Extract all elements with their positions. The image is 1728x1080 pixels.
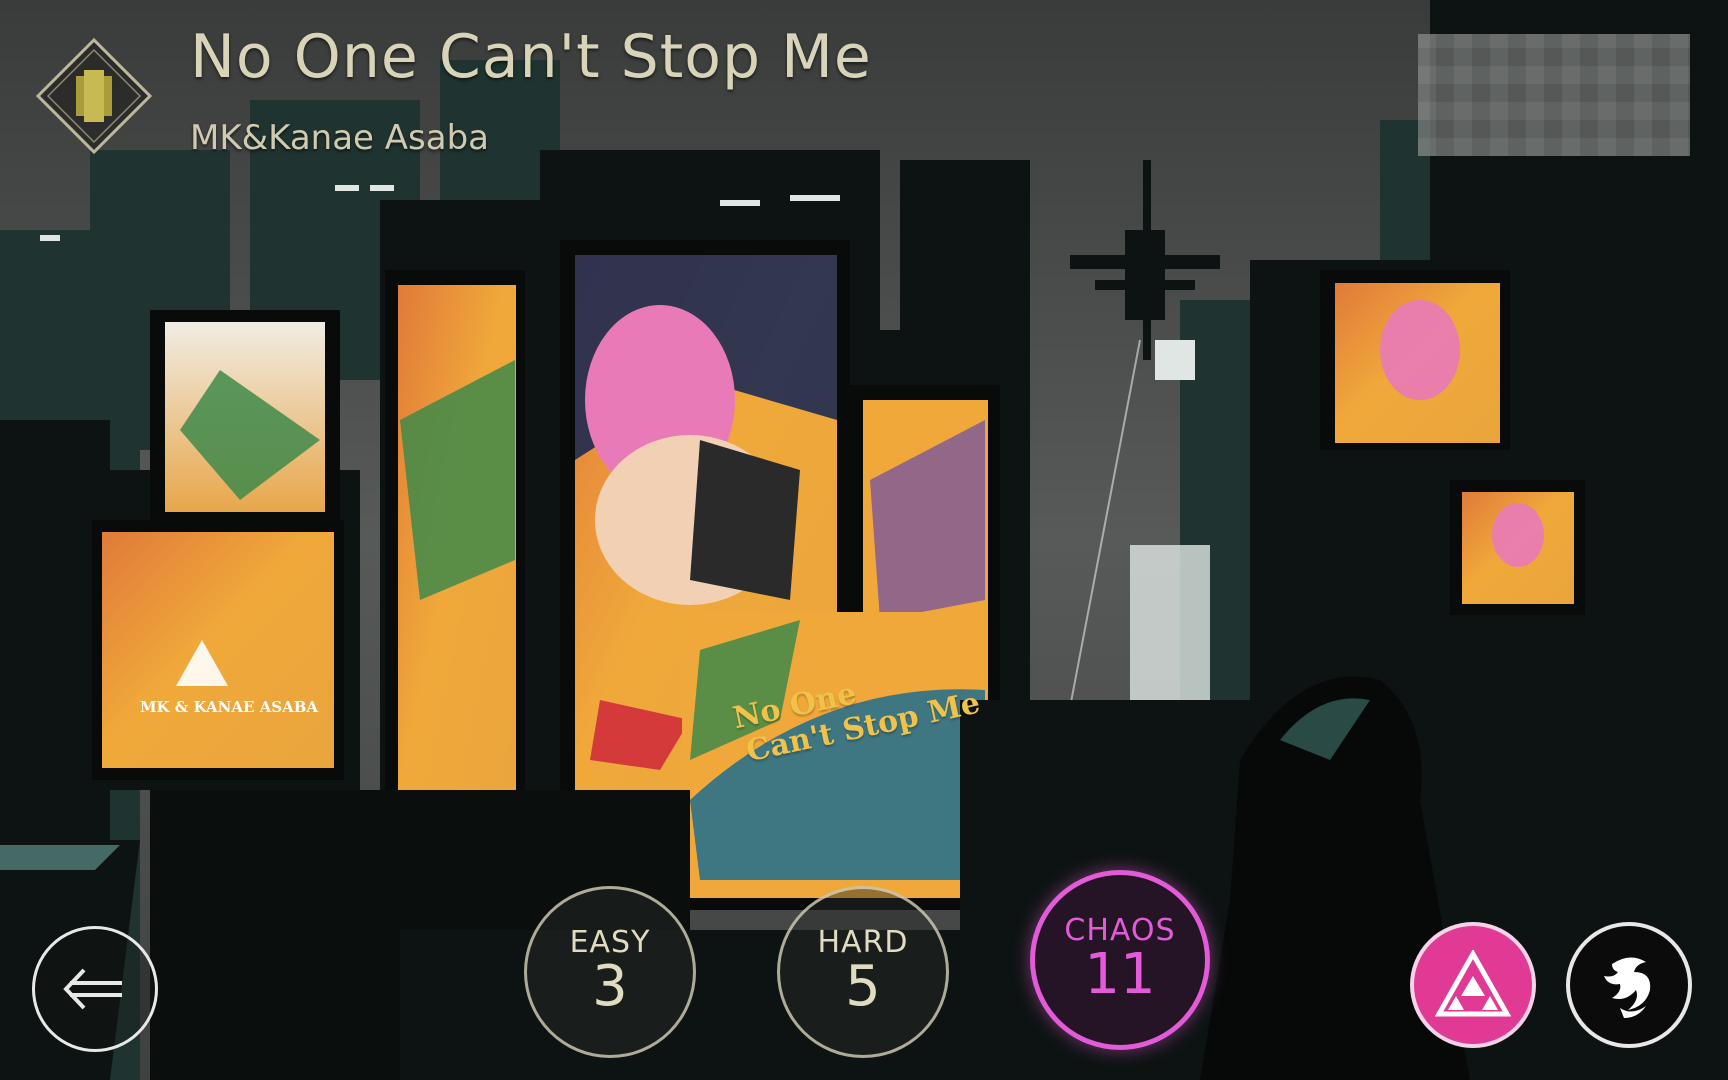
difficulty-easy-button[interactable]: EASY 3: [524, 886, 696, 1058]
difficulty-level: 11: [1084, 941, 1156, 1007]
character-button[interactable]: [1566, 922, 1692, 1048]
difficulty-level: 3: [592, 953, 628, 1019]
song-artist: MK&Kanae Asaba: [190, 118, 490, 158]
game-mode-button[interactable]: [1410, 922, 1536, 1048]
song-badge-icon: [34, 36, 154, 156]
character-emblem-icon: [1604, 957, 1651, 1018]
back-arrow-icon: [63, 968, 122, 1010]
triangle-mode-icon: [1435, 950, 1511, 1017]
song-title: No One Can't Stop Me: [190, 22, 872, 92]
difficulty-chaos-button[interactable]: CHAOS 11: [1030, 870, 1210, 1050]
artwork-logo-text: MK & KANAE ASABA: [139, 698, 319, 716]
artwork-logo-mark: [176, 640, 228, 686]
difficulty-level: 5: [845, 953, 881, 1019]
pixelated-region: [1418, 34, 1690, 156]
back-button[interactable]: [32, 926, 158, 1052]
difficulty-hard-button[interactable]: HARD 5: [777, 886, 949, 1058]
